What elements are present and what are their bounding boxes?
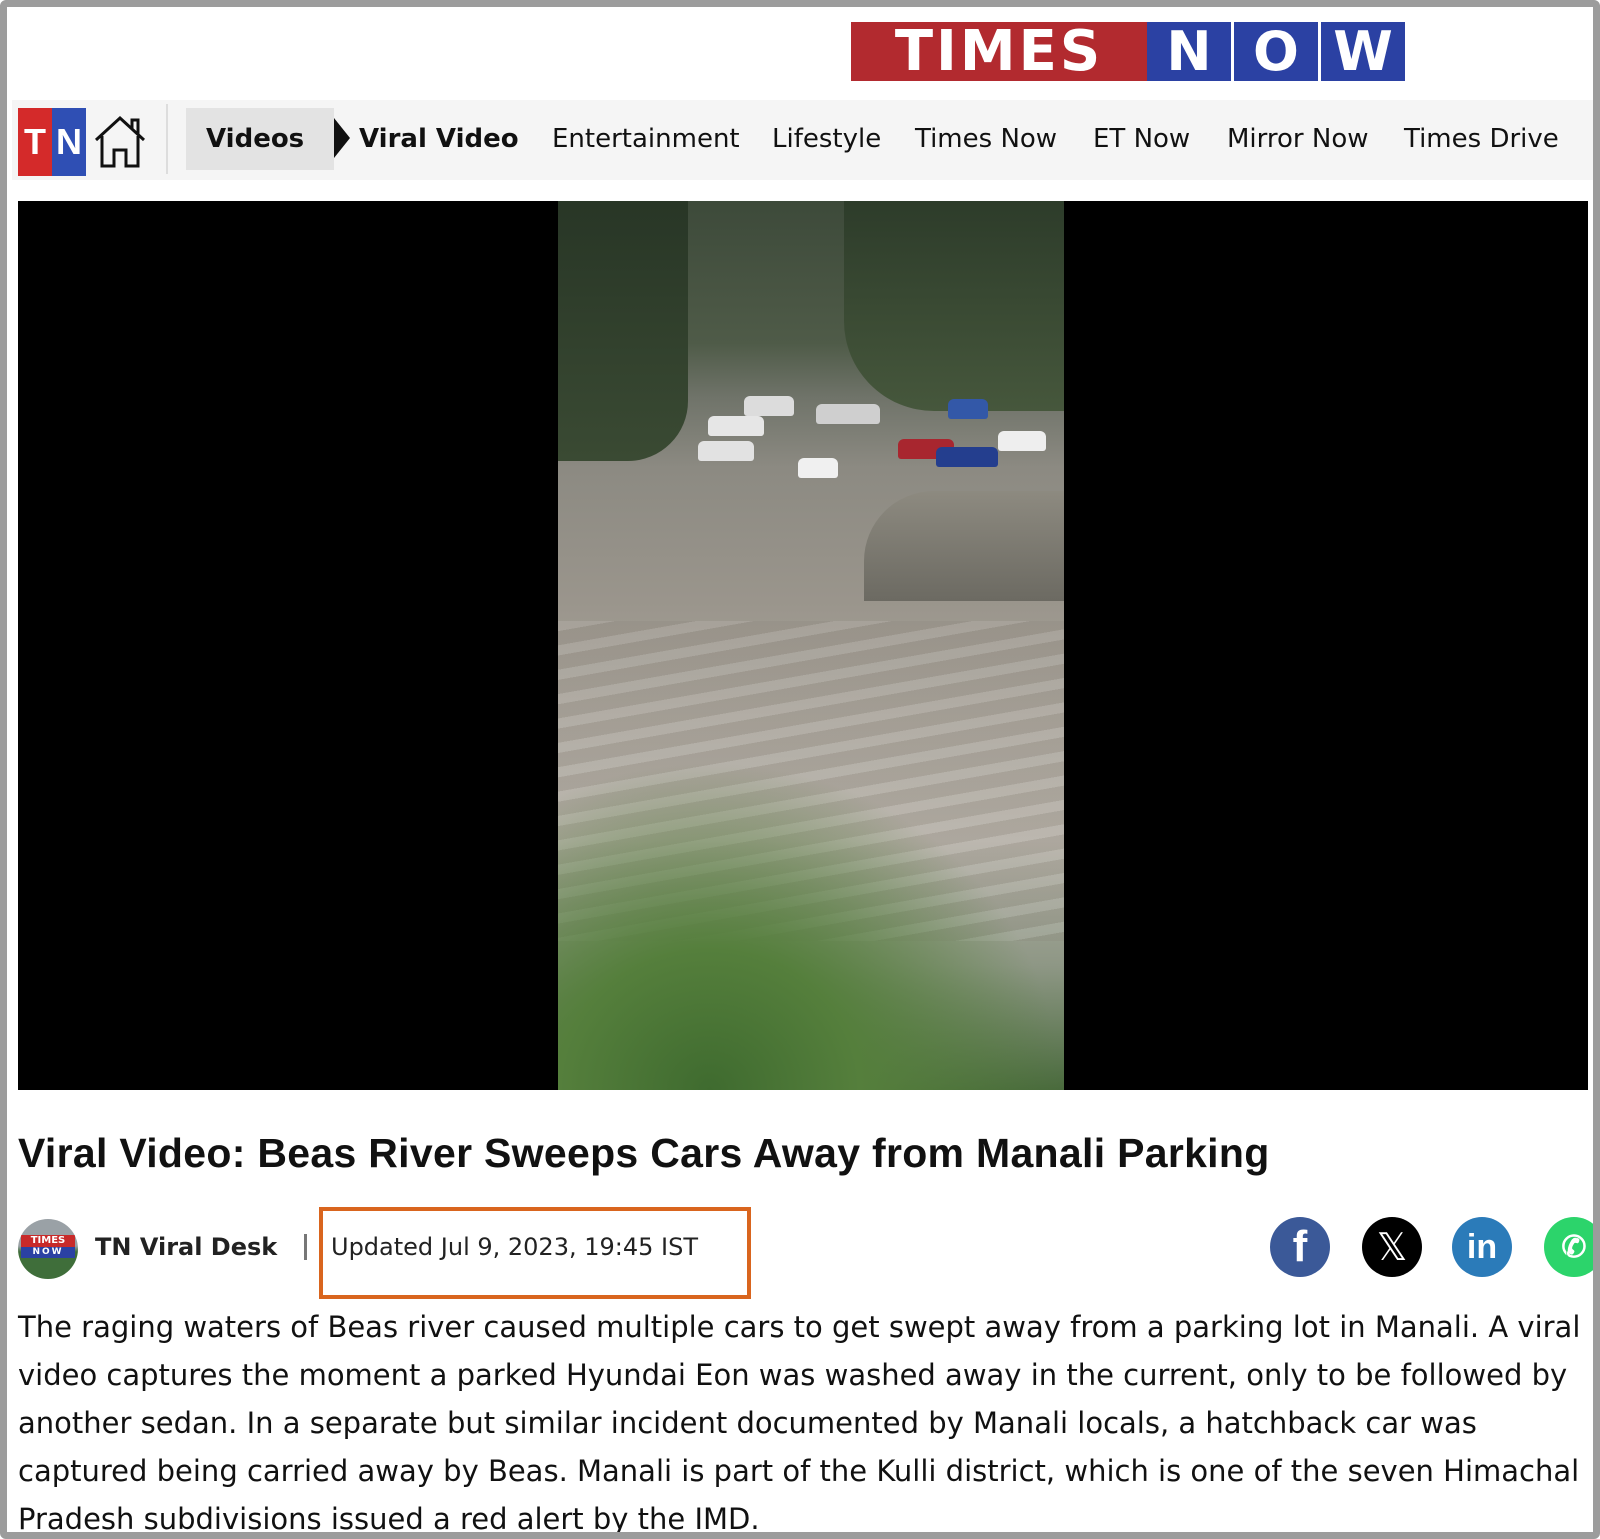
article-body: The raging waters of Beas river caused m… — [18, 1310, 1581, 1536]
logo-now: N O W — [1147, 20, 1405, 83]
author-avatar[interactable]: TIMES NOW — [18, 1219, 78, 1279]
video-car — [936, 447, 998, 467]
video-foliage — [558, 760, 1064, 1090]
video-car — [744, 396, 794, 416]
tn-logo-t: T — [18, 108, 52, 176]
avatar-times-label: TIMES — [21, 1235, 75, 1247]
video-player[interactable] — [18, 201, 1588, 1090]
nav-divider — [166, 104, 168, 174]
nav-item-lifestyle[interactable]: Lifestyle — [772, 108, 881, 170]
video-riverbank — [864, 491, 1064, 601]
nav-item-et-now[interactable]: ET Now — [1093, 108, 1190, 170]
nav-item-viral-video[interactable]: Viral Video — [359, 108, 519, 170]
byline-separator — [304, 1234, 307, 1260]
avatar-now-label: NOW — [21, 1247, 75, 1258]
author-name[interactable]: TN Viral Desk — [95, 1233, 277, 1261]
video-car — [948, 399, 988, 419]
main-nav: T N Videos Viral Video Entertainment Lif… — [12, 100, 1594, 180]
home-icon[interactable] — [92, 112, 148, 170]
video-car — [998, 431, 1046, 451]
video-car — [708, 416, 764, 436]
logo-now-letter: W — [1321, 20, 1405, 83]
nav-item-times-now[interactable]: Times Now — [915, 108, 1057, 170]
video-car — [816, 404, 880, 424]
linkedin-icon[interactable]: in — [1452, 1217, 1512, 1277]
whatsapp-icon[interactable]: ✆ — [1544, 1217, 1600, 1277]
video-car — [698, 441, 754, 461]
x-icon[interactable]: 𝕏 — [1362, 1217, 1422, 1277]
nav-item-mirror-now[interactable]: Mirror Now — [1227, 108, 1369, 170]
timesnow-logo[interactable]: TIMES N O W — [851, 19, 1405, 84]
logo-times: TIMES — [851, 19, 1147, 84]
video-trees — [558, 201, 688, 461]
logo-now-letter: N — [1147, 20, 1231, 83]
nav-item-times-drive[interactable]: Times Drive — [1404, 108, 1559, 170]
logo-now-letter: O — [1234, 20, 1318, 83]
breadcrumb-arrow-icon — [334, 118, 350, 158]
tn-logo-n: N — [52, 108, 86, 176]
updated-timestamp: Updated Jul 9, 2023, 19:45 IST — [331, 1233, 698, 1261]
nav-item-entertainment[interactable]: Entertainment — [552, 108, 740, 170]
video-trees — [844, 201, 1064, 411]
breadcrumb-videos[interactable]: Videos — [186, 108, 334, 170]
tn-logo[interactable]: T N — [18, 108, 86, 176]
video-car — [798, 458, 838, 478]
video-frame — [558, 201, 1064, 1090]
article-headline: Viral Video: Beas River Sweeps Cars Away… — [18, 1130, 1270, 1176]
facebook-icon[interactable]: f — [1270, 1217, 1330, 1277]
